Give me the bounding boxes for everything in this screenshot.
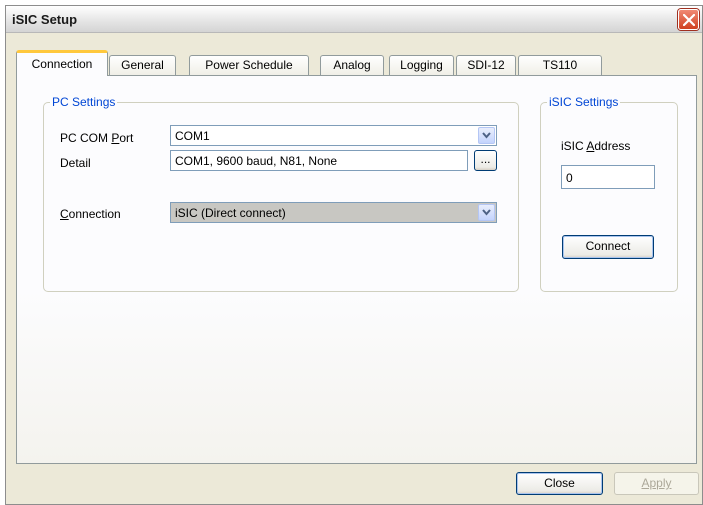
isic-settings-legend: iSIC Settings (547, 95, 621, 109)
tab-logging[interactable]: Logging (389, 55, 454, 75)
isic-setup-window: iSIC Setup Connection General Power Sche… (5, 5, 703, 505)
com-port-value: COM1 (175, 129, 210, 143)
detail-field: COM1, 9600 baud, N81, None (170, 150, 468, 171)
tab-ts110[interactable]: TS110 (518, 55, 602, 75)
connection-combo[interactable]: iSIC (Direct connect) (170, 202, 497, 223)
tab-general[interactable]: General (109, 55, 176, 75)
connection-label: Connection (60, 207, 121, 221)
chevron-down-icon[interactable] (478, 204, 495, 221)
close-icon[interactable] (678, 9, 699, 30)
close-button[interactable]: Close (516, 472, 603, 495)
detail-label: Detail (60, 156, 91, 170)
isic-address-label: iSIC Address (561, 139, 631, 153)
title-bar[interactable]: iSIC Setup (6, 6, 702, 33)
apply-button-label: Apply (641, 476, 672, 490)
tab-analog[interactable]: Analog (320, 55, 384, 75)
window-title: iSIC Setup (12, 12, 78, 27)
isic-address-value: 0 (566, 171, 573, 185)
apply-button[interactable]: Apply (614, 472, 699, 495)
tab-connection[interactable]: Connection (16, 50, 108, 76)
detail-browse-button[interactable]: ... (474, 150, 497, 171)
isic-settings-group: iSIC Settings iSIC Address 0 Connect (540, 95, 678, 292)
detail-value: COM1, 9600 baud, N81, None (175, 154, 338, 168)
pc-settings-group: PC Settings PC COM Port COM1 Detail COM1… (43, 95, 519, 292)
tab-sdi-12[interactable]: SDI-12 (456, 55, 516, 75)
connection-value: iSIC (Direct connect) (175, 206, 286, 220)
connect-button[interactable]: Connect (562, 235, 654, 259)
tab-strip: Connection General Power Schedule Analog… (16, 50, 696, 76)
tab-panel-connection: PC Settings PC COM Port COM1 Detail COM1… (16, 75, 697, 464)
com-port-combo[interactable]: COM1 (170, 125, 497, 146)
com-port-label: PC COM Port (60, 131, 134, 145)
isic-address-field[interactable]: 0 (561, 165, 655, 189)
tab-power-schedule[interactable]: Power Schedule (189, 55, 309, 75)
pc-settings-legend: PC Settings (50, 95, 118, 109)
chevron-down-icon[interactable] (478, 127, 495, 144)
